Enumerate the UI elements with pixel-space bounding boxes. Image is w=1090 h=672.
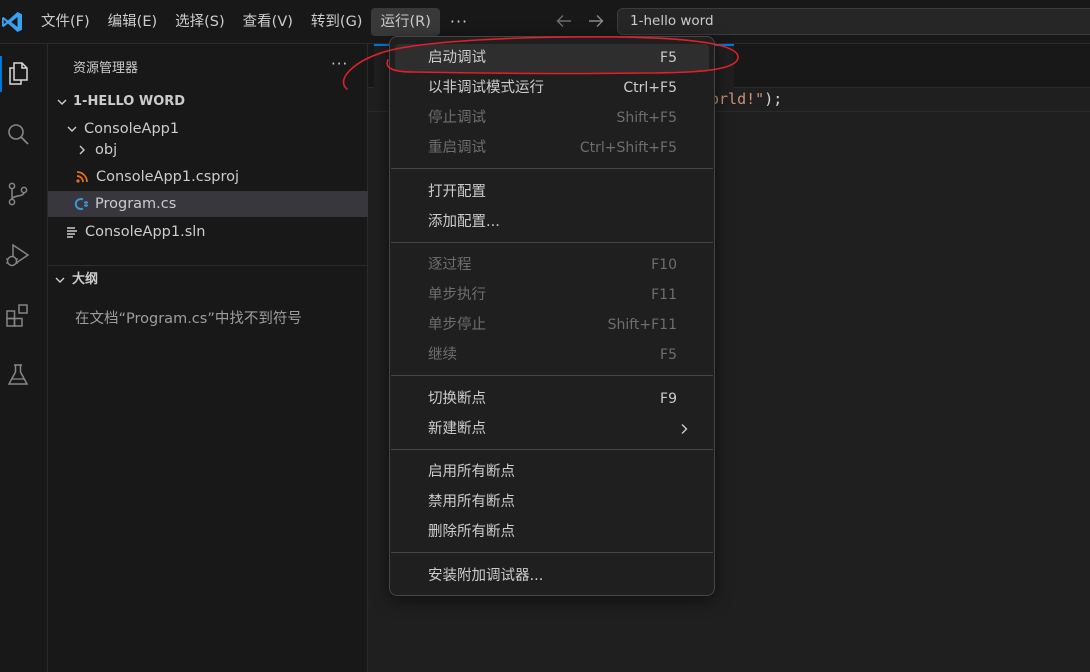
menu-item-shortcut: F10	[651, 257, 677, 273]
menu-item-run-without-debugging[interactable]: 以非调试模式运行 Ctrl+F5	[395, 74, 709, 102]
menu-separator	[391, 242, 713, 243]
tree-item-label: ConsoleApp1.csproj	[96, 169, 239, 185]
menu-bar: 文件(F) 编辑(E) 选择(S) 查看(V) 转到(G) 运行(R) ···	[32, 8, 478, 36]
workspace-name: 1-HELLO WORD	[73, 94, 186, 109]
menu-item-continue: 继续 F5	[395, 341, 709, 369]
tree-item-sln-file[interactable]: ConsoleApp1.sln	[48, 219, 368, 245]
code-line-text[interactable]: orld!");	[710, 90, 782, 108]
chevron-down-icon	[57, 99, 67, 105]
tree-item-label: ConsoleApp1.sln	[85, 224, 206, 240]
menu-item-stop-debugging: 停止调试 Shift+F5	[395, 104, 709, 132]
menu-item-start-debugging[interactable]: 启动调试 F5	[395, 44, 709, 72]
active-indicator	[0, 56, 2, 92]
sidebar-title: 资源管理器	[73, 61, 139, 76]
navigate-back-icon[interactable]	[553, 10, 575, 32]
menu-separator	[391, 552, 713, 553]
menu-separator	[391, 168, 713, 169]
menu-item-shortcut: Shift+F11	[607, 317, 677, 333]
menu-item-step-out: 单步停止 Shift+F11	[395, 311, 709, 339]
tree-item-obj-folder[interactable]: obj	[48, 137, 368, 163]
explorer-sidebar: 资源管理器 ··· 1-HELLO WORD ConsoleApp1 obj C…	[48, 44, 368, 672]
menu-item-enable-all-breakpoints[interactable]: 启用所有断点	[395, 458, 709, 486]
menu-selection[interactable]: 选择(S)	[166, 8, 234, 36]
menu-file[interactable]: 文件(F)	[32, 8, 99, 36]
menu-more-button[interactable]: ···	[440, 8, 478, 36]
menu-item-disable-all-breakpoints[interactable]: 禁用所有断点	[395, 488, 709, 516]
workspace-section-header[interactable]: 1-HELLO WORD	[48, 90, 368, 114]
menu-item-restart-debugging: 重启调试 Ctrl+Shift+F5	[395, 134, 709, 162]
menu-item-label: 单步执行	[428, 287, 486, 303]
menu-item-label: 禁用所有断点	[428, 494, 515, 510]
outline-section-header[interactable]: 大纲	[48, 268, 368, 292]
menu-item-toggle-breakpoint[interactable]: 切换断点 F9	[395, 385, 709, 413]
outline-title: 大纲	[72, 272, 99, 287]
menu-edit[interactable]: 编辑(E)	[99, 8, 166, 36]
navigate-forward-icon[interactable]	[585, 10, 607, 32]
menu-item-label: 继续	[428, 347, 457, 363]
menu-item-install-additional-debuggers[interactable]: 安装附加调试器...	[395, 562, 709, 590]
search-icon[interactable]	[5, 121, 31, 147]
menu-item-new-breakpoint[interactable]: 新建断点	[395, 415, 709, 443]
menu-item-label: 新建断点	[428, 421, 486, 437]
menu-item-step-over: 逐过程 F10	[395, 251, 709, 279]
tree-item-program-cs-file[interactable]: Program.cs	[48, 191, 368, 217]
chevron-right-icon	[79, 145, 85, 155]
vscode-logo-icon	[2, 12, 22, 32]
menu-item-label: 删除所有断点	[428, 524, 515, 540]
menu-item-label: 以非调试模式运行	[428, 80, 544, 96]
menu-item-label: 单步停止	[428, 317, 486, 333]
sidebar-more-button[interactable]: ···	[331, 55, 348, 73]
menu-separator	[391, 375, 713, 376]
menu-view[interactable]: 查看(V)	[234, 8, 302, 36]
menu-item-open-configurations[interactable]: 打开配置	[395, 178, 709, 206]
source-control-icon[interactable]	[5, 181, 31, 207]
menu-item-label: 添加配置...	[428, 214, 500, 230]
section-divider	[48, 265, 368, 266]
menu-item-shortcut: Shift+F5	[616, 110, 677, 126]
menu-item-remove-all-breakpoints[interactable]: 删除所有断点	[395, 518, 709, 546]
menu-separator	[391, 449, 713, 450]
menu-item-shortcut: F11	[651, 287, 677, 303]
menu-go[interactable]: 转到(G)	[302, 8, 372, 36]
chevron-right-icon	[681, 424, 688, 434]
command-center-search[interactable]: 1-hello word	[617, 8, 1090, 35]
menu-item-label: 停止调试	[428, 110, 486, 126]
chevron-down-icon	[67, 126, 77, 132]
code-punctuation: );	[764, 90, 783, 108]
testing-flask-icon[interactable]	[5, 362, 31, 388]
tree-item-label: obj	[95, 142, 118, 158]
menu-item-step-into: 单步执行 F11	[395, 281, 709, 309]
text-lines-file-icon	[67, 227, 77, 238]
menu-item-label: 打开配置	[428, 184, 486, 200]
chevron-down-icon	[55, 277, 65, 283]
code-string-literal: orld!"	[710, 90, 765, 108]
tree-item-label: ConsoleApp1	[84, 121, 180, 137]
activity-bar	[0, 44, 48, 672]
extensions-icon[interactable]	[5, 302, 31, 328]
outline-empty-message: 在文档“Program.cs”中找不到符号	[75, 311, 302, 327]
menu-item-label: 重启调试	[428, 140, 486, 156]
menu-item-shortcut: F9	[660, 391, 677, 407]
menu-item-add-configuration[interactable]: 添加配置...	[395, 208, 709, 236]
menu-item-shortcut: F5	[660, 50, 677, 66]
run-menu-dropdown: 启动调试 F5 以非调试模式运行 Ctrl+F5 停止调试 Shift+F5 重…	[389, 36, 715, 596]
menu-item-label: 启用所有断点	[428, 464, 515, 480]
explorer-files-icon[interactable]	[5, 60, 31, 86]
menu-item-label: 逐过程	[428, 257, 472, 273]
menu-item-label: 切换断点	[428, 391, 486, 407]
tree-item-label: Program.cs	[95, 196, 177, 212]
rss-file-icon	[76, 171, 88, 183]
menu-item-label: 安装附加调试器...	[428, 568, 544, 584]
menu-item-shortcut: Ctrl+Shift+F5	[579, 140, 677, 156]
run-and-debug-icon[interactable]	[5, 242, 31, 268]
menu-run[interactable]: 运行(R)	[371, 8, 440, 36]
tree-item-csproj-file[interactable]: ConsoleApp1.csproj	[48, 164, 368, 190]
menu-item-shortcut: Ctrl+F5	[623, 80, 677, 96]
menu-item-label: 启动调试	[428, 50, 486, 66]
menu-item-shortcut: F5	[660, 347, 677, 363]
csharp-file-icon	[74, 198, 88, 210]
